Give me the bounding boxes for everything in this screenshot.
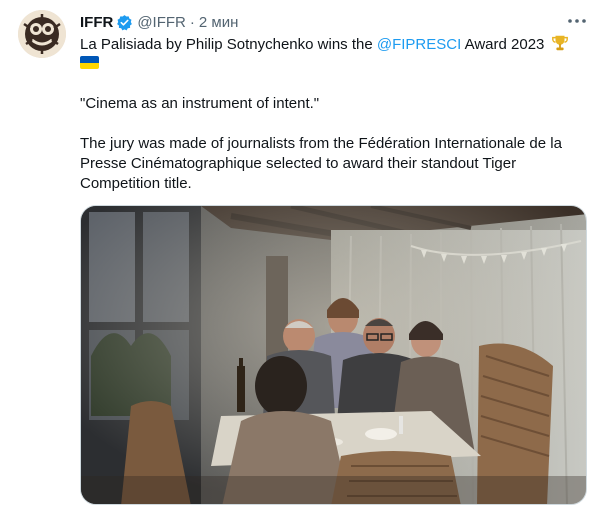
tweet-body: The jury was made of journalists from th… bbox=[80, 135, 562, 192]
author-name[interactable]: IFFR bbox=[80, 14, 113, 31]
tweet-text-start: La Palisiada by Philip Sotnychenko wins … bbox=[80, 36, 377, 53]
avatar[interactable] bbox=[18, 10, 66, 58]
tweet-line-1: La Palisiada by Philip Sotnychenko wins … bbox=[80, 34, 590, 58]
trophy-icon bbox=[551, 34, 569, 58]
more-options-icon[interactable] bbox=[566, 12, 588, 30]
tweet-photo[interactable] bbox=[80, 205, 587, 505]
tweet-timestamp[interactable]: 2 мин bbox=[199, 14, 239, 31]
header-separator: · bbox=[189, 13, 195, 31]
tweet-header: IFFR @IFFR · 2 мин bbox=[80, 12, 238, 32]
mention-link[interactable]: @FIPRESCI bbox=[377, 36, 461, 53]
tweet-quote: "Cinema as an instrument of intent." bbox=[80, 95, 320, 112]
family-dinner-photo bbox=[81, 206, 586, 504]
iffr-logo-icon bbox=[18, 10, 66, 58]
tweet-text-end: Award 2023 bbox=[461, 36, 545, 53]
ukraine-flag-icon bbox=[80, 56, 99, 69]
author-handle[interactable]: @IFFR bbox=[137, 14, 186, 31]
verified-badge-icon bbox=[116, 14, 133, 31]
